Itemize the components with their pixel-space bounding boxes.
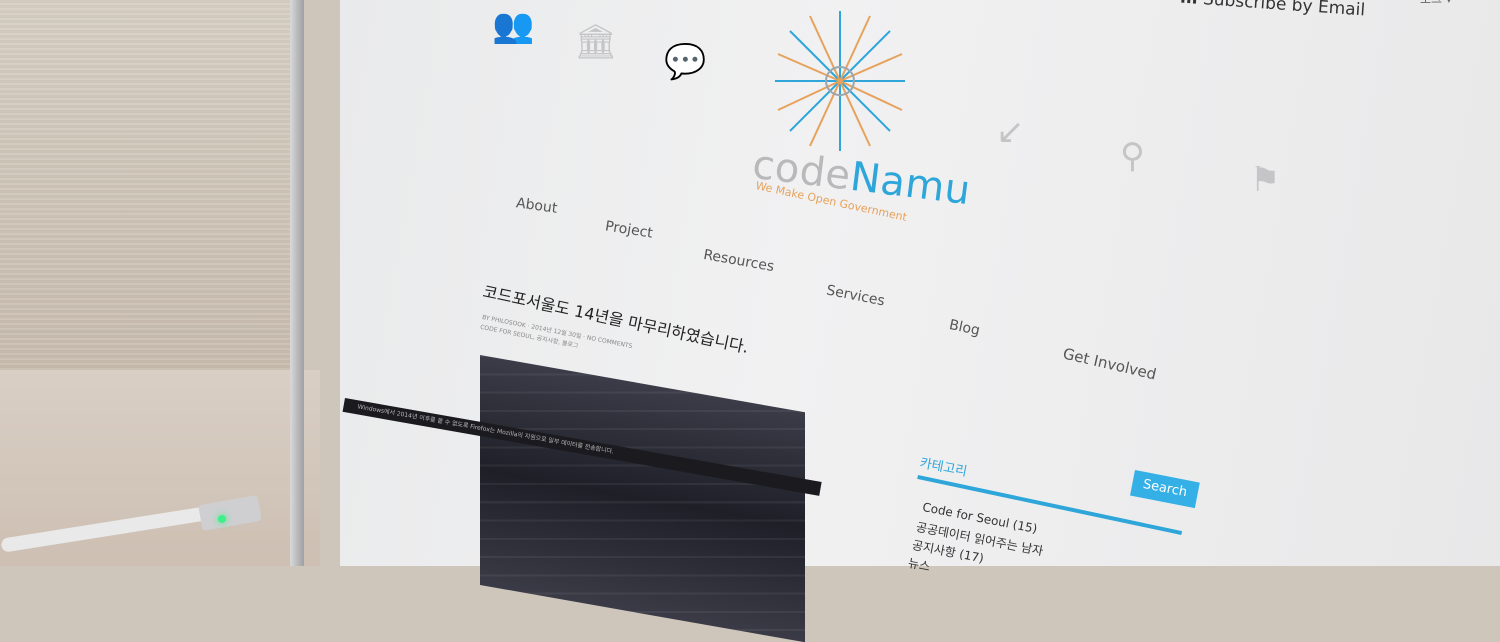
- category-item[interactable]: 뉴스: [907, 554, 932, 575]
- chat-icon[interactable]: 💬: [664, 42, 706, 82]
- people-icon[interactable]: 👥: [492, 6, 534, 46]
- charging-led: [218, 515, 226, 523]
- top-right-menu[interactable]: 로그 ▾: [1420, 0, 1452, 7]
- flag-icon[interactable]: ⚑: [1250, 160, 1280, 200]
- rss-icon: ıll: [1180, 0, 1199, 9]
- codenamu-logo[interactable]: [770, 6, 910, 156]
- chart-icon[interactable]: ↙: [996, 112, 1025, 152]
- laptop-lid-edge: [290, 0, 304, 566]
- bank-icon[interactable]: 🏛: [574, 22, 617, 62]
- search-icon[interactable]: ⚲: [1120, 136, 1145, 176]
- wall-background: [0, 0, 300, 380]
